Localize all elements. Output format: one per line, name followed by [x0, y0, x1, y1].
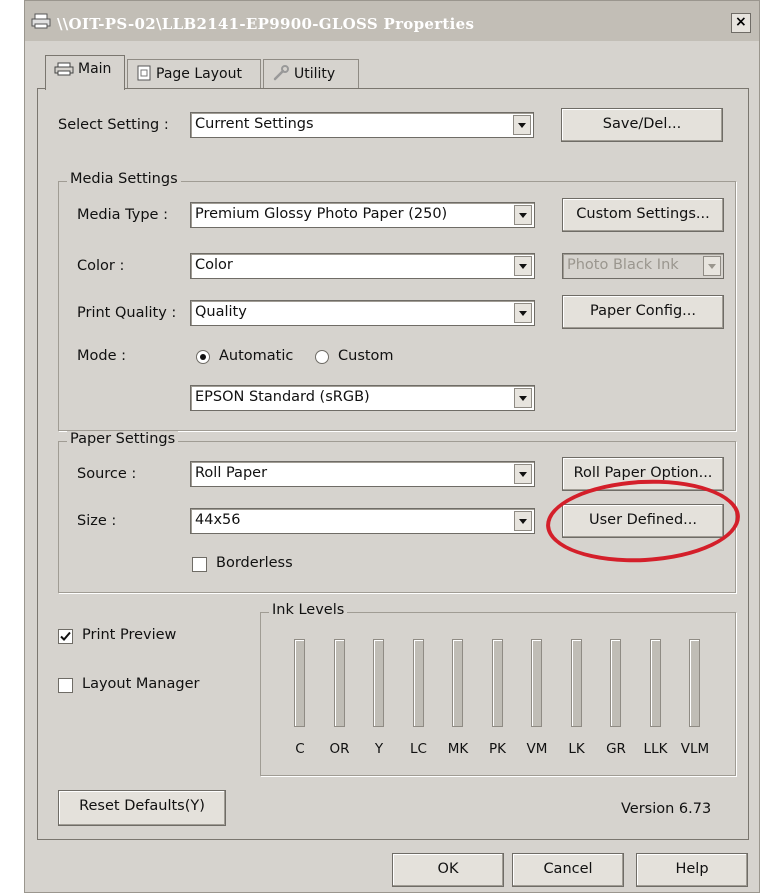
tab-utility-label: Utility: [294, 66, 336, 82]
automatic-radio-label[interactable]: Automatic: [219, 348, 293, 364]
print-quality-dropdown[interactable]: Quality: [190, 300, 535, 326]
ink-label-lk: LK: [568, 741, 585, 757]
title-bar: \\OIT-PS-02\LLB2141-EP9900-GLOSS Propert…: [25, 1, 759, 41]
print-quality-value: Quality: [195, 304, 247, 320]
chevron-down-icon[interactable]: [513, 115, 531, 135]
printer-properties-dialog: \\OIT-PS-02\LLB2141-EP9900-GLOSS Propert…: [24, 0, 760, 893]
help-button[interactable]: Help: [636, 853, 748, 887]
ink-label-pk: PK: [489, 741, 506, 757]
print-quality-label: Print Quality :: [77, 305, 177, 321]
media-settings-group: Media Settings Media Type : Premium Glos…: [58, 171, 736, 431]
size-value: 44x56: [195, 512, 241, 528]
ink-label-llk: LLK: [643, 741, 668, 757]
main-tab-panel: Select Setting : Current Settings Save/D…: [37, 88, 749, 840]
ink-label-mk: MK: [447, 741, 469, 757]
ink-bar-vm: [531, 639, 542, 727]
custom-radio-label[interactable]: Custom: [338, 348, 394, 364]
ink-bar-mk: [452, 639, 463, 727]
automatic-radio[interactable]: [196, 350, 210, 364]
chevron-down-icon[interactable]: [514, 205, 532, 225]
layout-manager-checkbox[interactable]: [58, 678, 73, 693]
layout-manager-label[interactable]: Layout Manager: [82, 676, 199, 692]
custom-radio[interactable]: [315, 350, 329, 364]
color-label: Color :: [77, 258, 125, 274]
ink-bar-pk: [491, 639, 503, 727]
printer-icon: [54, 62, 74, 76]
checkmark-icon: [60, 631, 71, 641]
select-setting-label: Select Setting :: [58, 117, 169, 133]
paper-config-button[interactable]: Paper Config...: [562, 295, 724, 329]
ink-bar-vlm: [689, 639, 700, 727]
reset-defaults-button[interactable]: Reset Defaults(Y): [58, 790, 226, 826]
black-ink-dropdown: Photo Black Ink: [562, 253, 724, 279]
media-type-value: Premium Glossy Photo Paper (250): [195, 206, 448, 222]
color-value: Color: [195, 257, 233, 273]
ink-label-vm: VM: [526, 741, 548, 757]
ink-label-or: OR: [329, 741, 350, 757]
ink-label-gr: GR: [606, 741, 626, 757]
ink-bar-lk: [570, 639, 582, 727]
media-type-dropdown[interactable]: Premium Glossy Photo Paper (250): [190, 202, 535, 228]
page-icon: [137, 65, 151, 81]
chevron-down-icon[interactable]: [514, 256, 532, 276]
ink-bar-y: [373, 639, 384, 727]
ink-bar-c: [294, 639, 305, 727]
ink-label-lc: LC: [410, 741, 427, 757]
ink-bar-or: [333, 639, 345, 727]
size-dropdown[interactable]: 44x56: [190, 508, 535, 534]
tab-main-label: Main: [78, 61, 112, 77]
ink-bar-lc: [412, 639, 424, 727]
tab-utility[interactable]: Utility: [263, 59, 359, 89]
ink-levels-title: Ink Levels: [269, 602, 348, 618]
source-value: Roll Paper: [195, 465, 268, 481]
printer-icon: [31, 13, 51, 29]
color-mode-dropdown[interactable]: EPSON Standard (sRGB): [190, 385, 535, 411]
source-label: Source :: [77, 466, 137, 482]
close-button[interactable]: ×: [731, 13, 751, 33]
ink-levels-group: Ink Levels C OR Y LC MK PK VM LK GR LLK VLM: [260, 602, 736, 776]
print-preview-label[interactable]: Print Preview: [82, 627, 176, 643]
tab-page-layout[interactable]: Page Layout: [127, 59, 261, 89]
cancel-button[interactable]: Cancel: [512, 853, 624, 887]
borderless-checkbox[interactable]: [192, 557, 207, 572]
source-dropdown[interactable]: Roll Paper: [190, 461, 535, 487]
paper-settings-title: Paper Settings: [67, 431, 179, 447]
ink-bar-gr: [610, 639, 621, 727]
version-label: Version 6.73: [621, 801, 712, 817]
chevron-down-icon[interactable]: [514, 511, 532, 531]
size-label: Size :: [77, 513, 117, 529]
media-settings-title: Media Settings: [67, 171, 181, 187]
chevron-down-icon[interactable]: [514, 464, 532, 484]
chevron-down-icon[interactable]: [514, 388, 532, 408]
color-dropdown[interactable]: Color: [190, 253, 535, 279]
tab-main[interactable]: Main: [45, 55, 125, 90]
print-preview-checkbox[interactable]: [58, 629, 73, 644]
ok-button[interactable]: OK: [392, 853, 504, 887]
wrench-icon: [273, 65, 289, 81]
color-mode-value: EPSON Standard (sRGB): [195, 389, 370, 405]
borderless-label[interactable]: Borderless: [216, 555, 293, 571]
window-title: \\OIT-PS-02\LLB2141-EP9900-GLOSS Propert…: [57, 15, 475, 33]
custom-settings-button[interactable]: Custom Settings...: [562, 198, 724, 232]
media-type-label: Media Type :: [77, 207, 168, 223]
mode-label: Mode :: [77, 348, 127, 364]
ink-label-y: Y: [374, 741, 384, 757]
chevron-down-icon: [703, 256, 721, 276]
black-ink-value: Photo Black Ink: [567, 257, 679, 273]
ink-label-vlm: VLM: [680, 741, 710, 757]
chevron-down-icon[interactable]: [514, 303, 532, 323]
tab-page-layout-label: Page Layout: [156, 66, 242, 82]
ink-bar-llk: [649, 639, 661, 727]
save-del-button[interactable]: Save/Del...: [561, 108, 723, 142]
ink-label-c: C: [295, 741, 305, 757]
select-setting-value: Current Settings: [195, 116, 314, 132]
select-setting-dropdown[interactable]: Current Settings: [190, 112, 534, 138]
